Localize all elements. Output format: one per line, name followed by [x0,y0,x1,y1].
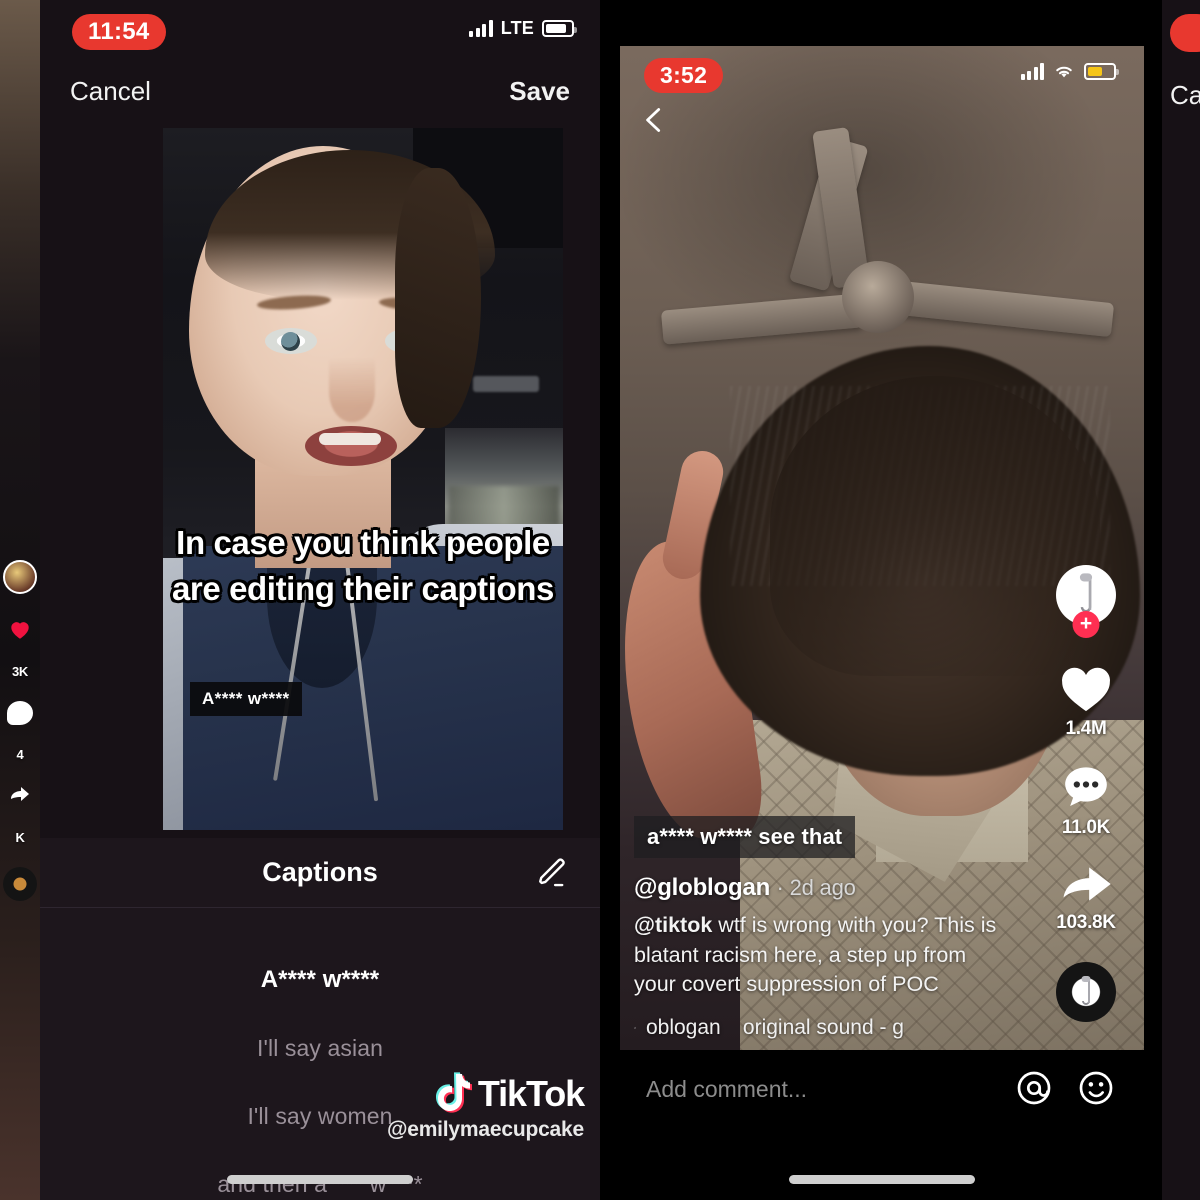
comment-bar: Add comment... [620,1050,1144,1200]
like-count: 1.4M [1065,718,1107,739]
author-handle[interactable]: @globlogan [634,874,770,901]
like-count: 3K [11,664,29,679]
captions-panel: Captions A**** w**** I'll say asian I'll… [40,838,600,1200]
captions-title: Captions [262,857,378,887]
caption-overlay-line-1: In case you think people [176,524,550,561]
comment-count: 4 [16,747,24,762]
mention-link[interactable]: @tiktok [634,913,712,937]
save-button[interactable]: Save [509,76,570,107]
action-rail: + 1.4M 11.0K 103.8K [1040,565,1132,1022]
comment-count: 11.0K [1061,817,1111,838]
nose [329,358,375,422]
author-handle-row[interactable]: @globlogan · 2d ago [634,874,1012,902]
chevron-left-icon[interactable] [640,106,668,134]
post-metadata: a**** w**** see that @globlogan · 2d ago… [634,816,1012,1040]
home-indicator[interactable] [227,1175,413,1184]
home-indicator[interactable] [789,1175,975,1184]
wifi-icon [1056,66,1072,78]
editor-nav-bar: Cancel Save [40,60,600,122]
status-time-pill [1170,14,1200,52]
captions-header: Captions [40,838,600,908]
status-bar: 3:52 [612,46,1144,108]
panel-divider [1156,0,1162,1200]
posted-ago: · 2d ago [776,875,856,901]
video-caption-chip: a**** w**** see that [634,816,856,859]
caption-editor-phone: 11:54 LTE Cancel Save In case you think … [40,0,600,1200]
comment-action[interactable]: 11.0K [1060,762,1112,839]
hair-side [395,168,481,428]
safety-pin-icon [1081,976,1091,1005]
right-partial-editor-panel[interactable]: Ca [1156,0,1200,1200]
sound-row[interactable]: oblogan original sound - g [634,1016,904,1040]
share-count: K [15,830,25,845]
emoji-smiley-icon[interactable] [1078,1070,1114,1106]
heart-icon[interactable] [1059,663,1113,713]
pencil-icon[interactable] [536,856,570,890]
caption-line[interactable]: I'll say asian [40,1035,600,1062]
like-action[interactable]: 1.4M [1059,663,1113,740]
network-label: LTE [500,18,534,38]
cancel-button[interactable]: Ca [1170,80,1200,111]
status-time: 11:54 [72,14,166,50]
car-handle [473,376,539,392]
comment-bar-icons [1016,1070,1114,1106]
cellular-bars-icon [469,20,493,37]
caption-overlay-line-2: are editing their captions [171,569,554,607]
tiktok-feed-phone: 3:52 a**** w**** see that @globlogan · 2… [612,0,1144,1200]
video-preview[interactable]: In case you think people are editing the… [163,128,563,830]
avatar[interactable] [3,560,37,594]
record-disc-icon[interactable] [3,867,37,901]
left-partial-feed-panel[interactable]: 3K 4 K [0,0,40,1200]
caption-chip: A**** w**** [190,682,302,716]
eye [265,328,317,354]
screenshot-stage: 3K 4 K 11:54 LTE Cancel Save In case you… [0,0,1200,1200]
add-comment-input[interactable]: Add comment... [646,1076,807,1103]
video-caption-overlay: In case you think people are editing the… [163,520,563,611]
sound-title: original sound - g [742,1016,904,1039]
status-indicators: LTE [469,18,577,39]
post-description: @tiktok wtf is wrong with you? This is b… [634,911,1012,1000]
tiktok-brand-text: TikTok [477,1073,585,1114]
sound-author: oblogan [645,1016,721,1039]
tiktok-handle: @emilymaecupcake [386,1118,584,1141]
share-action[interactable]: 103.8K [1056,861,1116,934]
mouth [305,426,397,466]
share-arrow-icon[interactable] [1059,861,1113,907]
at-mention-icon[interactable] [1016,1070,1052,1106]
captions-list[interactable]: A**** w**** I'll say asian I'll say wome… [40,908,600,1198]
cellular-bars-icon [1020,62,1044,80]
tiktok-watermark: TikTok @emilymaecupcake [386,1072,585,1142]
status-bar: 11:54 LTE [40,0,600,60]
status-indicators [1020,62,1119,80]
battery-low-power-icon [1084,62,1119,80]
status-time: 3:52 [644,58,724,93]
comment-bubble-icon[interactable] [7,701,33,725]
eyebrow [256,293,332,312]
share-count: 103.8K [1056,912,1116,933]
record-disc-icon[interactable] [1056,962,1116,1022]
ceiling-fan-hub [842,261,914,333]
music-note-icon [634,1027,636,1029]
heart-icon[interactable] [7,616,33,642]
cancel-button[interactable]: Cancel [70,76,151,107]
left-partial-action-rail[interactable]: 3K 4 K [2,560,38,901]
comment-bubble-icon[interactable] [1060,762,1112,812]
follow-button[interactable]: + [1072,611,1100,638]
share-arrow-icon[interactable] [7,784,33,808]
battery-icon [542,20,577,37]
avatar-with-follow[interactable]: + [1056,565,1116,638]
caption-line[interactable]: A**** w**** [40,966,600,994]
tiktok-note-icon [435,1072,472,1113]
